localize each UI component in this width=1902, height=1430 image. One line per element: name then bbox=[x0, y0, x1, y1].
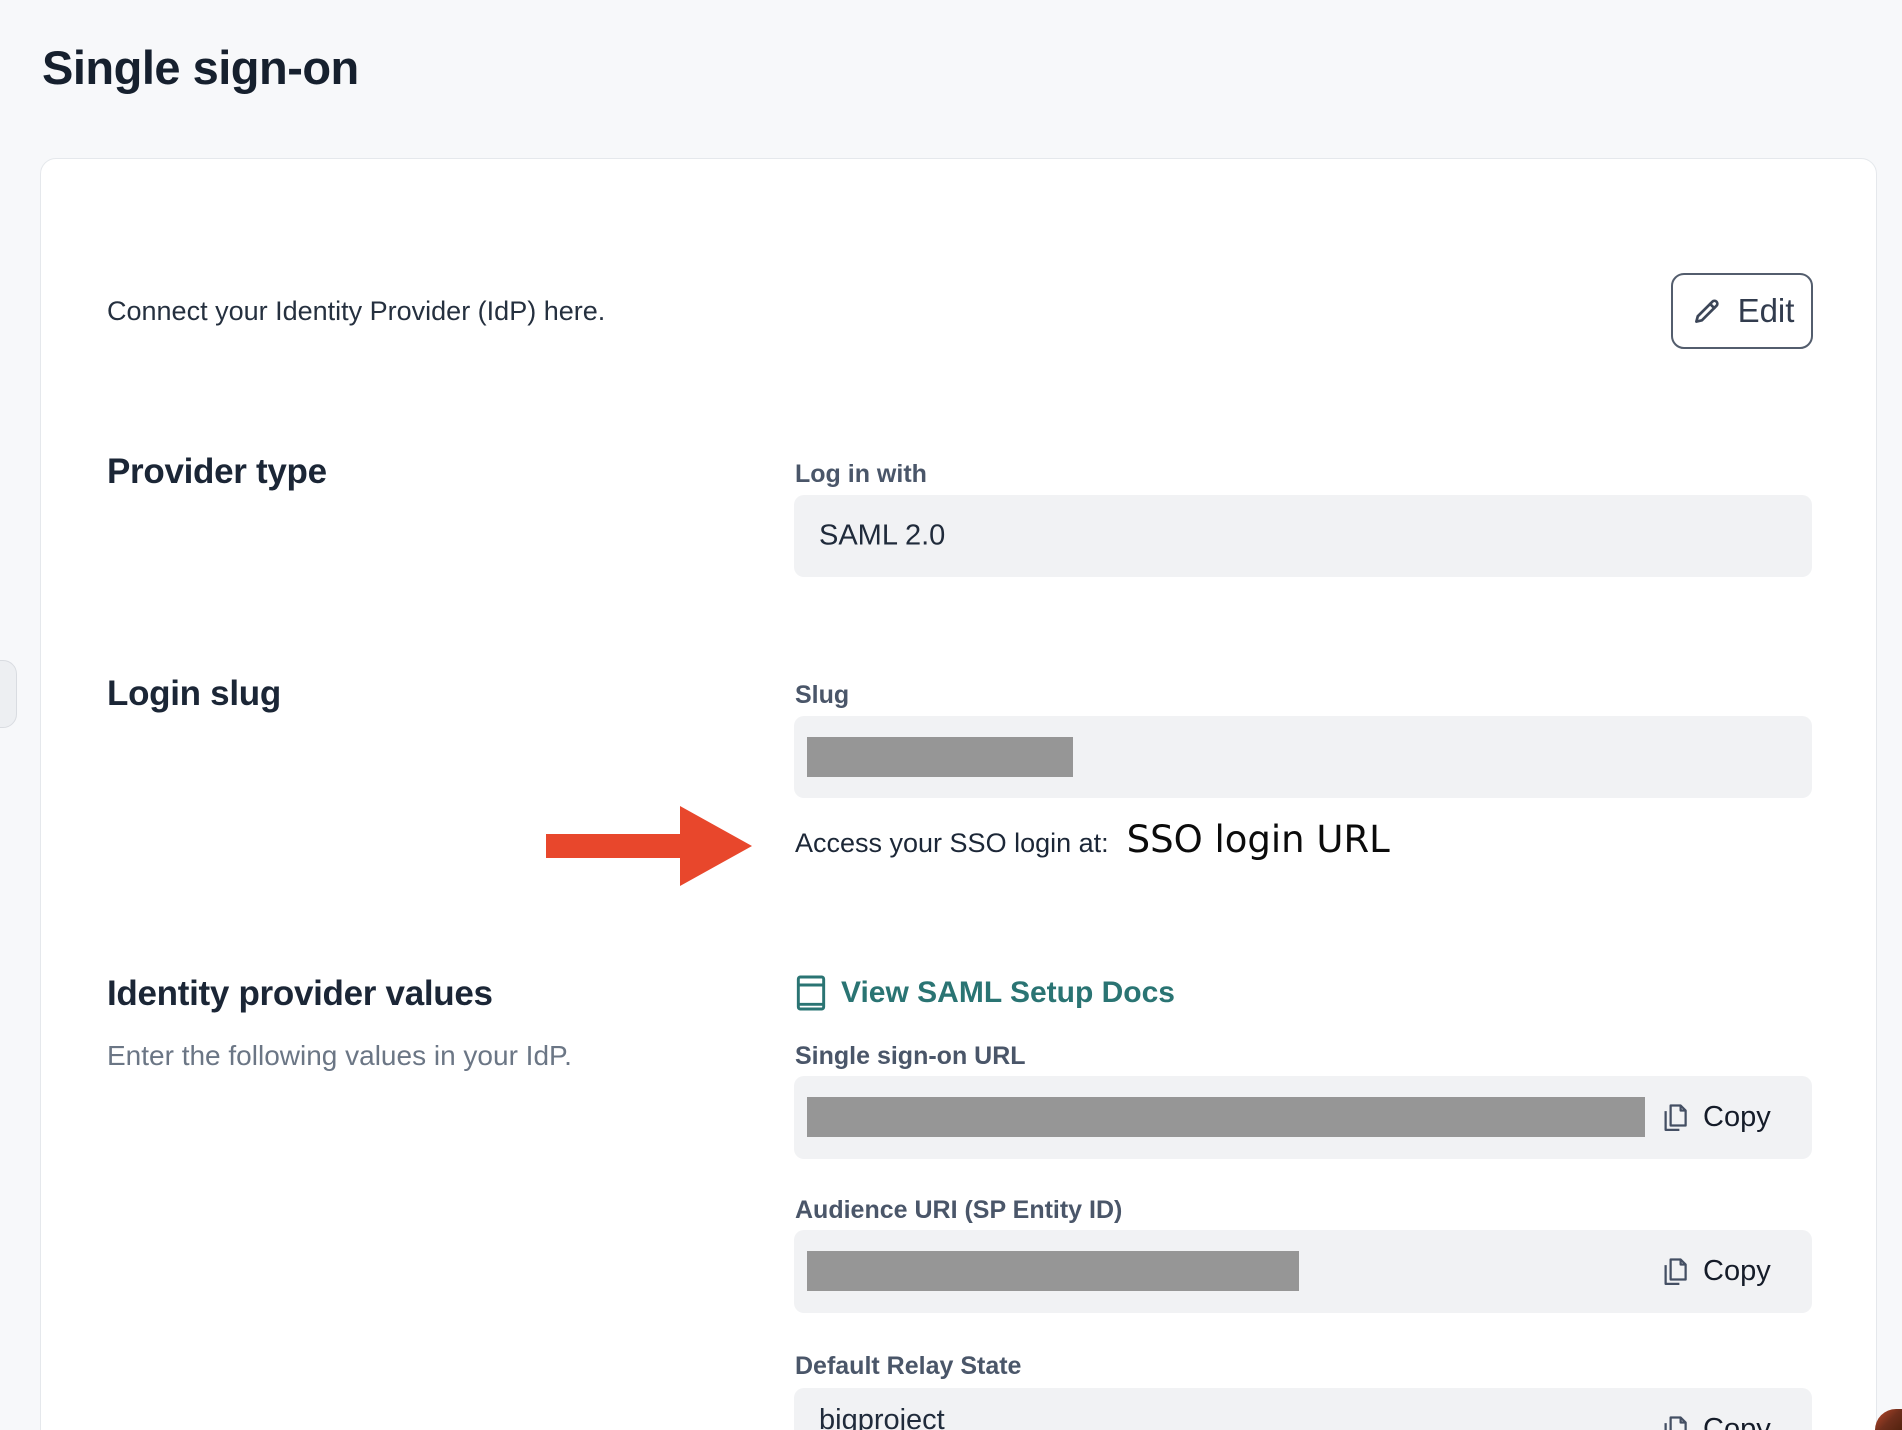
page-title: Single sign-on bbox=[42, 40, 359, 95]
audience-uri-field: Copy bbox=[794, 1230, 1812, 1313]
provider-type-field: SAML 2.0 bbox=[794, 495, 1812, 577]
drawer-handle[interactable] bbox=[0, 660, 17, 728]
copy-icon bbox=[1660, 1101, 1690, 1135]
section-heading-login-slug: Login slug bbox=[107, 674, 281, 714]
slug-field bbox=[794, 716, 1812, 798]
sso-login-url-value: SSO login URL bbox=[1127, 818, 1390, 861]
copy-button-relay-state[interactable]: Copy bbox=[1660, 1388, 1771, 1430]
pencil-icon bbox=[1690, 294, 1724, 328]
access-login-row: Access your SSO login at: SSO login URL bbox=[795, 818, 1390, 861]
docs-link-label: View SAML Setup Docs bbox=[841, 976, 1175, 1010]
copy-icon bbox=[1660, 1255, 1690, 1289]
section-heading-idp-values: Identity provider values bbox=[107, 974, 493, 1014]
provider-type-value: SAML 2.0 bbox=[819, 520, 945, 553]
view-saml-setup-docs-link[interactable]: View SAML Setup Docs bbox=[795, 974, 1175, 1012]
copy-button-sso-url[interactable]: Copy bbox=[1660, 1076, 1771, 1159]
annotation-arrow-icon bbox=[546, 806, 752, 886]
edit-button-label: Edit bbox=[1738, 292, 1795, 330]
copy-icon bbox=[1660, 1413, 1690, 1430]
section-heading-provider-type: Provider type bbox=[107, 452, 327, 492]
single-sign-on-url-label: Single sign-on URL bbox=[795, 1042, 1026, 1071]
annotation-artifact-corner bbox=[1875, 1409, 1902, 1430]
redacted-value bbox=[807, 1251, 1299, 1291]
copy-button-label: Copy bbox=[1703, 1255, 1771, 1288]
default-relay-state-field: bigproject Copy bbox=[794, 1388, 1812, 1430]
intro-text: Connect your Identity Provider (IdP) her… bbox=[107, 296, 605, 327]
copy-button-label: Copy bbox=[1703, 1413, 1771, 1430]
copy-button-audience-uri[interactable]: Copy bbox=[1660, 1230, 1771, 1313]
idp-values-subheading: Enter the following values in your IdP. bbox=[107, 1040, 572, 1072]
edit-button[interactable]: Edit bbox=[1671, 273, 1813, 349]
slug-redacted-value bbox=[807, 737, 1073, 777]
slug-label: Slug bbox=[795, 681, 849, 710]
access-login-label: Access your SSO login at: bbox=[795, 828, 1109, 859]
docs-icon bbox=[795, 974, 827, 1012]
default-relay-state-value: bigproject bbox=[819, 1404, 945, 1430]
audience-uri-label: Audience URI (SP Entity ID) bbox=[795, 1196, 1122, 1225]
redacted-value bbox=[807, 1097, 1645, 1137]
login-with-label: Log in with bbox=[795, 460, 927, 489]
default-relay-state-label: Default Relay State bbox=[795, 1352, 1021, 1381]
copy-button-label: Copy bbox=[1703, 1101, 1771, 1134]
single-sign-on-url-field: Copy bbox=[794, 1076, 1812, 1159]
